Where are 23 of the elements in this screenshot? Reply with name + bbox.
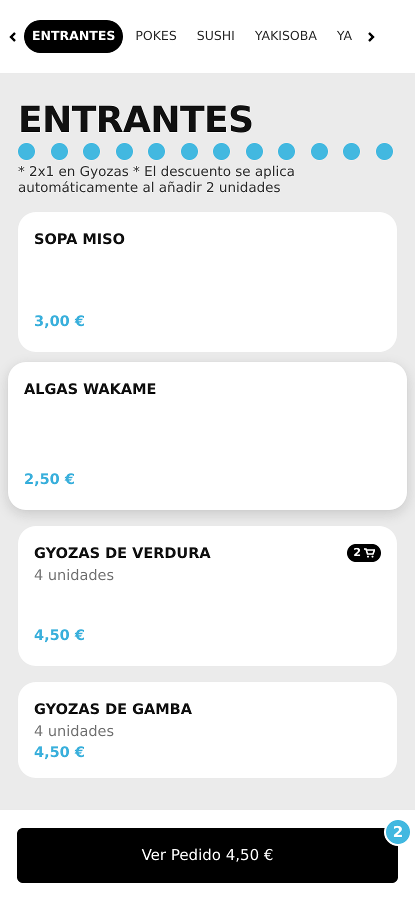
section-title: ENTRANTES xyxy=(18,101,255,141)
product-price: 4,50 € xyxy=(34,627,86,646)
product-name: GYOZAS DE GAMBA xyxy=(34,700,192,720)
product-subtitle: 4 unidades xyxy=(34,722,116,742)
product-card[interactable]: GYOZAS DE VERDURA 2 4 unidades 4,50 € xyxy=(18,526,397,666)
cart-count-badge: 2 xyxy=(347,544,381,562)
category-tab[interactable]: YA xyxy=(328,20,360,53)
product-subtitle: 4 unidades xyxy=(34,566,116,586)
order-count-badge: 2 xyxy=(384,818,412,846)
product-card[interactable]: GYOZAS DE GAMBA 4 unidades 4,50 € xyxy=(18,682,397,778)
product-price: 4,50 € xyxy=(34,744,86,764)
product-name: SOPA MISO xyxy=(34,230,125,250)
product-name: ALGAS WAKAME xyxy=(24,380,156,400)
category-tab[interactable]: POKES xyxy=(127,20,185,53)
product-name: GYOZAS DE VERDURA xyxy=(34,544,211,564)
category-tab[interactable]: ENTRANTES xyxy=(24,20,124,53)
category-tab[interactable]: YAKISOBA xyxy=(246,20,325,53)
product-card[interactable]: ALGAS WAKAME 2,50 € xyxy=(8,362,407,510)
product-price: 2,50 € xyxy=(24,471,76,490)
product-price: 3,00 € xyxy=(34,313,86,332)
promo-note: * 2x1 en Gyozas * El descuento se aplica automáticamente al añadir 2 unidades xyxy=(18,164,296,196)
product-card[interactable]: SOPA MISO 3,00 € xyxy=(18,212,397,352)
category-tab[interactable]: SUSHI xyxy=(188,20,243,53)
